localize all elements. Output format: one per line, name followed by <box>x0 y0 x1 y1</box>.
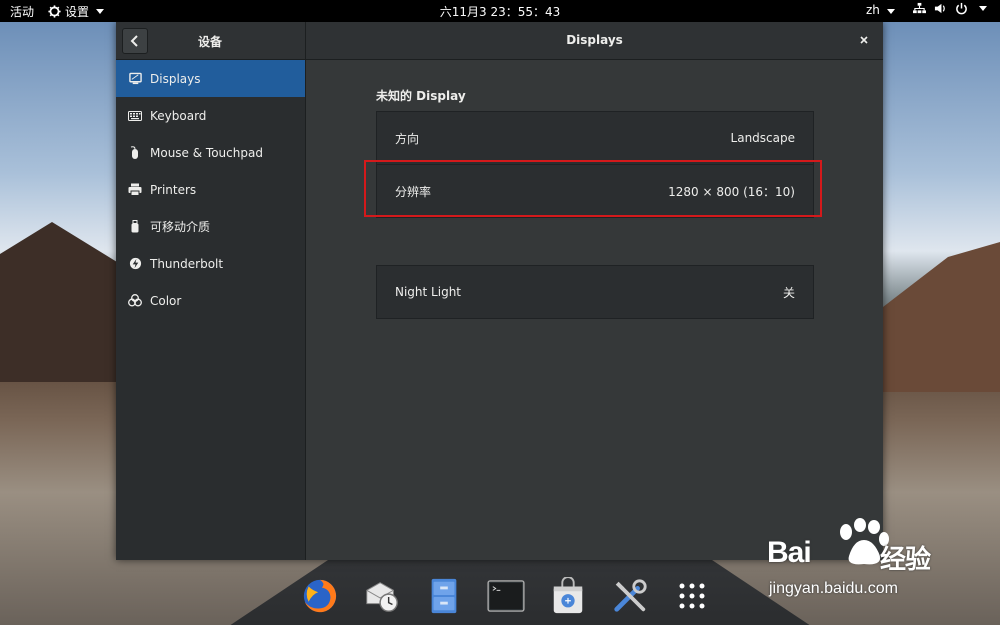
chevron-down-icon <box>979 6 987 11</box>
sidebar-item-mouse-touchpad[interactable]: Mouse & Touchpad <box>116 134 305 171</box>
chevron-left-icon <box>130 35 138 47</box>
sidebar-title: 设备 <box>197 35 222 49</box>
sidebar-item-label: Color <box>150 293 182 308</box>
displays-panel: 未知的 Display 方向 Landscape 分辨率 1280 × 800 … <box>306 60 883 560</box>
wallpaper-mountain-left <box>0 222 130 382</box>
sidebar-item-label: Mouse & Touchpad <box>150 145 263 160</box>
app-grid-icon <box>679 583 705 609</box>
sidebar-item-color[interactable]: Color <box>116 282 305 319</box>
top-bar: 活动 设置 六11月3 23：55：43 zh <box>0 0 1000 22</box>
orientation-row[interactable]: 方向 Landscape <box>377 112 813 164</box>
dock-app-firefox[interactable] <box>298 574 342 618</box>
sidebar-item-label: Keyboard <box>150 108 207 123</box>
software-store-icon <box>553 577 583 614</box>
input-method-label: zh <box>866 3 880 17</box>
thunderbolt-icon <box>128 257 142 271</box>
display-icon <box>128 72 142 86</box>
orientation-label: 方向 <box>395 131 420 146</box>
tools-icon <box>614 579 647 612</box>
volume-icon <box>934 3 945 14</box>
back-button[interactable] <box>122 28 148 54</box>
resolution-label: 分辨率 <box>395 184 432 199</box>
clock-container: 六11月3 23：55：43 <box>0 3 1000 20</box>
gear-icon <box>48 5 61 18</box>
app-menu-label: 设置 <box>65 5 90 19</box>
sidebar-item-label: 可移动介质 <box>150 220 211 234</box>
file-cabinet-icon <box>431 578 457 614</box>
watermark-brand-cn: 经验 <box>880 544 931 574</box>
clock[interactable]: 六11月3 23：55：43 <box>440 5 561 19</box>
window-title: Displays <box>566 33 623 47</box>
sidebar-item-displays[interactable]: Displays <box>116 60 305 97</box>
power-icon <box>956 2 967 15</box>
printer-icon <box>128 183 142 197</box>
baidu-watermark: Bai 经验 jingyan.baidu.com <box>762 518 952 608</box>
usb-drive-icon <box>128 220 142 234</box>
night-light-list: Night Light 关 <box>376 265 814 319</box>
close-icon <box>860 36 868 44</box>
dock-app-files[interactable] <box>422 574 466 618</box>
sidebar-item-removable-media[interactable]: 可移动介质 <box>116 208 305 245</box>
sidebar-item-printers[interactable]: Printers <box>116 171 305 208</box>
firefox-icon <box>303 579 337 613</box>
sidebar-item-thunderbolt[interactable]: Thunderbolt <box>116 245 305 282</box>
keyboard-icon <box>128 109 142 123</box>
night-light-row[interactable]: Night Light 关 <box>377 266 813 318</box>
display-settings-list: 方向 Landscape 分辨率 1280 × 800 (16：10) <box>376 111 814 218</box>
settings-window: 设备 Displays Displays Keyboard Mouse & To… <box>116 22 883 560</box>
sidebar: Displays Keyboard Mouse & Touchpad Print… <box>116 60 306 560</box>
chevron-down-icon <box>96 9 105 14</box>
display-section-title: 未知的 Display <box>376 89 466 103</box>
dash-dock <box>290 570 718 622</box>
terminal-icon <box>487 580 525 612</box>
sidebar-item-label: Thunderbolt <box>150 256 224 271</box>
dock-app-evolution[interactable] <box>360 574 404 618</box>
activities-button[interactable]: 活动 <box>10 3 34 20</box>
mouse-icon <box>128 145 142 160</box>
watermark-url: jingyan.baidu.com <box>769 580 898 597</box>
dock-app-software[interactable] <box>546 574 590 618</box>
dock-app-terminal[interactable] <box>484 574 528 618</box>
dock-app-grid[interactable] <box>670 574 714 618</box>
chevron-down-icon <box>886 9 895 14</box>
close-button[interactable] <box>855 31 873 49</box>
app-menu[interactable]: 设置 <box>48 3 105 20</box>
night-light-label: Night Light <box>395 285 461 299</box>
system-tray[interactable] <box>913 2 987 15</box>
input-method-menu[interactable]: zh <box>866 3 895 17</box>
night-light-value: 关 <box>782 285 795 300</box>
sidebar-item-label: Displays <box>150 71 201 86</box>
resolution-value: 1280 × 800 (16：10) <box>668 184 795 199</box>
header-bar: 设备 Displays <box>116 22 883 60</box>
sidebar-item-label: Printers <box>150 182 197 197</box>
orientation-value: Landscape <box>730 131 795 145</box>
network-icon <box>913 2 926 14</box>
wallpaper-mountain-right <box>870 242 1000 392</box>
watermark-brand: Bai <box>767 536 812 569</box>
dock-app-settings[interactable] <box>608 574 652 618</box>
sidebar-item-keyboard[interactable]: Keyboard <box>116 97 305 134</box>
header-bar-sidebar-section: 设备 <box>116 22 306 59</box>
resolution-row[interactable]: 分辨率 1280 × 800 (16：10) <box>377 164 813 217</box>
evolution-mail-icon <box>366 582 398 612</box>
color-icon <box>128 294 142 308</box>
